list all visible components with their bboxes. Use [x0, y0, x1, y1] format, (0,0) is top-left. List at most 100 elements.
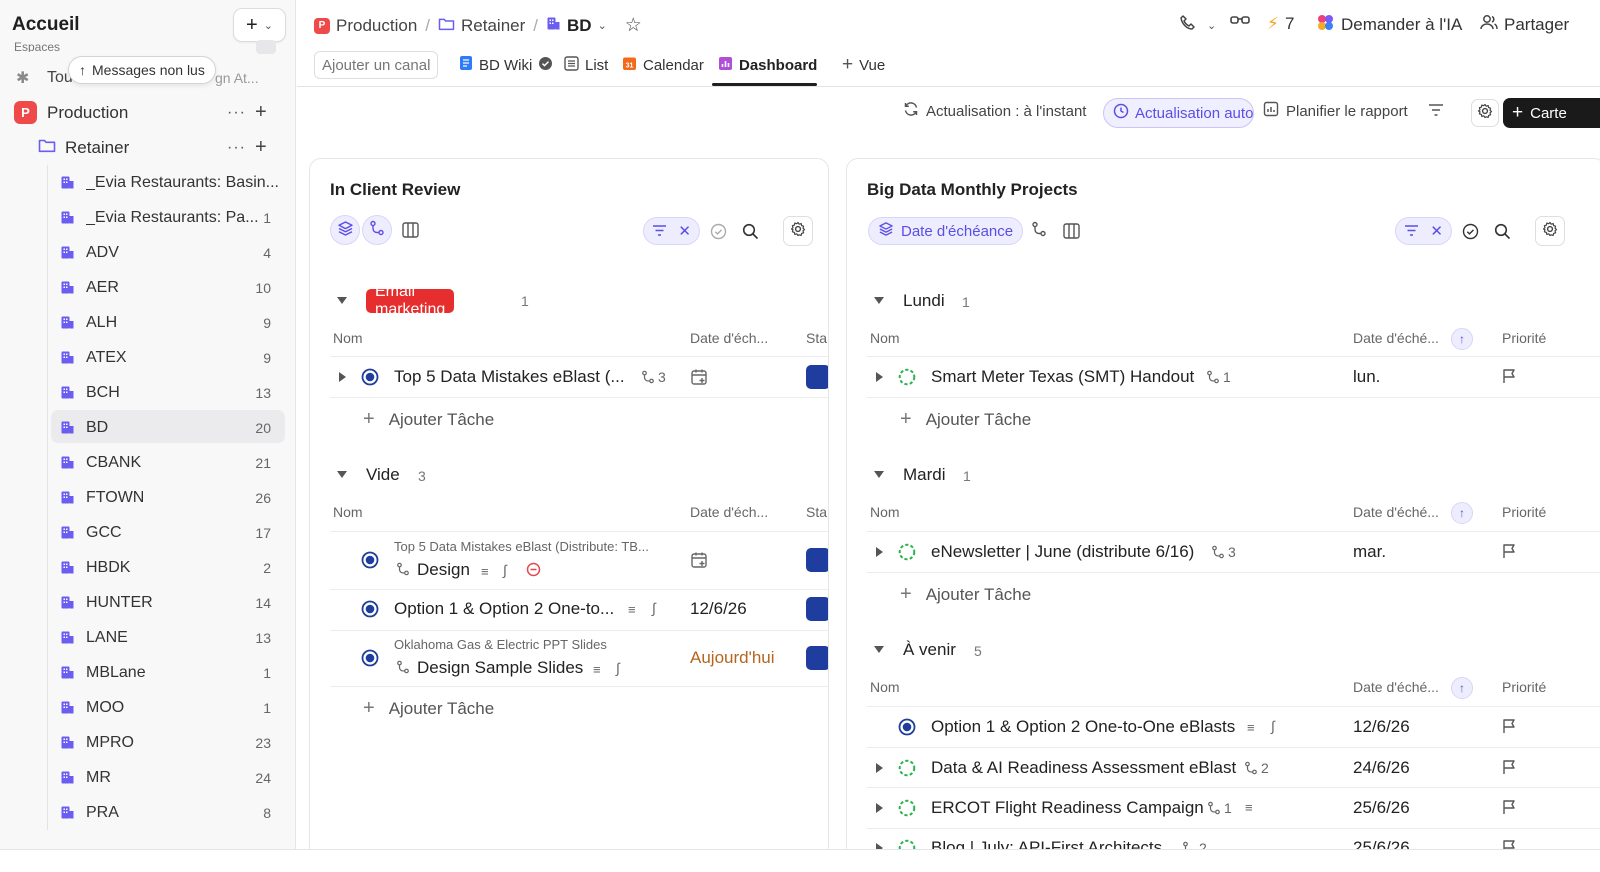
col-header-status[interactable]: Sta [806, 504, 827, 520]
glasses-icon[interactable] [1230, 14, 1250, 28]
add-task-button[interactable]: + Ajouter Tâche [900, 408, 1031, 431]
check-circle-icon[interactable] [1455, 216, 1485, 246]
col-header-priority[interactable]: Priorité [1502, 504, 1546, 520]
sidebar-list-item[interactable]: CBANK 21 [0, 445, 296, 480]
calendar-add-icon[interactable] [690, 551, 708, 573]
subtask-count[interactable]: 3 [1211, 544, 1236, 560]
sidebar-folder-retainer[interactable]: Retainer ··· + [0, 130, 296, 165]
col-header-due[interactable]: Date d'éché... [1353, 330, 1439, 346]
status-icon[interactable] [898, 759, 916, 781]
task-name[interactable]: eNewsletter | June (distribute 6/16) [931, 542, 1194, 562]
due-date[interactable]: mar. [1353, 542, 1386, 562]
collapse-caret-icon[interactable] [337, 471, 347, 478]
more-icon[interactable]: ··· [227, 139, 246, 157]
due-date[interactable]: 12/6/26 [1353, 717, 1410, 737]
due-date[interactable]: 24/6/26 [1353, 758, 1410, 778]
task-name[interactable]: Option 1 & Option 2 One-to-One eBlasts [931, 717, 1235, 737]
status-icon[interactable] [898, 718, 916, 740]
parent-task[interactable]: Top 5 Data Mistakes eBlast (Distribute: … [394, 539, 649, 554]
sidebar-list-item[interactable]: LANE 13 [0, 620, 296, 655]
call-button[interactable]: ⌄ [1179, 14, 1216, 37]
subtasks-toggle[interactable] [1024, 216, 1054, 246]
tab-list[interactable]: List [564, 55, 608, 75]
subtasks-toggle[interactable] [362, 215, 392, 245]
col-header-priority[interactable]: Priorité [1502, 679, 1546, 695]
columns-icon[interactable] [1056, 216, 1086, 246]
task-name[interactable]: Data & AI Readiness Assessment eBlast [931, 758, 1236, 778]
flag-icon[interactable] [1502, 718, 1517, 738]
sidebar-list-item[interactable]: GCC 17 [0, 515, 296, 550]
more-icon[interactable]: ··· [227, 104, 246, 122]
sidebar-list-item[interactable]: MR 24 [0, 760, 296, 795]
sidebar-list-item[interactable]: _Evia Restaurants: Basin... [0, 165, 296, 200]
card-settings-button[interactable] [1535, 216, 1565, 246]
sidebar-list-item[interactable]: BCH 13 [0, 375, 296, 410]
subtask-count[interactable]: 3 [641, 369, 666, 385]
status-icon[interactable] [361, 551, 379, 573]
subtask-count[interactable]: 2 [1244, 760, 1269, 776]
status-chip[interactable] [806, 597, 828, 621]
sidebar-list-item[interactable]: HBDK 2 [0, 550, 296, 585]
sidebar-list-item[interactable]: BD 20 [0, 410, 296, 445]
close-icon[interactable]: ✕ [678, 222, 691, 240]
sort-asc-icon[interactable]: ↑ [1451, 328, 1473, 350]
col-header-due[interactable]: Date d'éché... [1353, 504, 1439, 520]
add-task-button[interactable]: + Ajouter Tâche [363, 408, 494, 431]
share-button[interactable]: Partager [1480, 14, 1569, 36]
search-icon[interactable] [1487, 216, 1517, 246]
schedule-report-button[interactable]: Planifier le rapport [1263, 101, 1408, 121]
collapse-caret-icon[interactable] [874, 646, 884, 653]
refresh-button[interactable]: Actualisation : à l'instant [903, 101, 1086, 121]
search-icon[interactable] [735, 216, 765, 246]
flag-icon[interactable] [1502, 543, 1517, 563]
task-name[interactable]: ERCOT Flight Readiness Campaign [931, 798, 1204, 818]
status-chip[interactable] [806, 548, 828, 572]
breadcrumb-folder[interactable]: Retainer [461, 16, 525, 36]
sidebar-list-item[interactable]: _Evia Restaurants: Pa... 1 [0, 200, 296, 235]
add-icon[interactable]: + [255, 136, 267, 159]
add-task-button[interactable]: + Ajouter Tâche [363, 697, 494, 720]
add-task-button[interactable]: + Ajouter Tâche [900, 583, 1031, 606]
card-settings-button[interactable] [783, 216, 813, 246]
tab-calendar[interactable]: 31 Calendar [622, 55, 704, 75]
sidebar-list-item[interactable]: HUNTER 14 [0, 585, 296, 620]
status-icon[interactable] [898, 368, 916, 390]
col-header-due[interactable]: Date d'éch... [690, 504, 768, 520]
sidebar-list-item[interactable]: FTOWN 26 [0, 480, 296, 515]
chevron-down-icon[interactable]: ⌄ [598, 19, 607, 32]
expand-caret-icon[interactable] [339, 372, 346, 382]
sidebar-space-production[interactable]: P Production ··· + [0, 95, 296, 130]
calendar-add-icon[interactable] [690, 368, 708, 390]
due-date[interactable]: Aujourd'hui [690, 648, 775, 668]
unread-messages-tooltip[interactable]: ↑ Messages non lus [68, 56, 216, 84]
task-name[interactable]: Top 5 Data Mistakes eBlast (... [394, 367, 625, 387]
automations-button[interactable]: ⚡ 7 [1267, 14, 1294, 34]
star-icon[interactable]: ☆ [625, 14, 642, 37]
add-channel-button[interactable]: Ajouter un canal [314, 51, 439, 79]
due-date[interactable]: lun. [1353, 367, 1380, 387]
filter-pill[interactable]: ✕ [1395, 217, 1452, 245]
sort-asc-icon[interactable]: ↑ [1451, 677, 1473, 699]
sidebar-list-item[interactable]: MPRO 23 [0, 725, 296, 760]
sidebar-list-item[interactable]: MBLane 1 [0, 655, 296, 690]
status-chip[interactable] [806, 646, 828, 670]
filter-pill[interactable]: ✕ [643, 217, 700, 245]
flag-icon[interactable] [1502, 368, 1517, 388]
expand-caret-icon[interactable] [876, 803, 883, 813]
sidebar-list-item[interactable]: MOO 1 [0, 690, 296, 725]
col-header-due[interactable]: Date d'éché... [1353, 679, 1439, 695]
expand-caret-icon[interactable] [876, 763, 883, 773]
status-icon[interactable] [361, 368, 379, 390]
sort-asc-icon[interactable]: ↑ [1451, 502, 1473, 524]
status-icon[interactable] [898, 799, 916, 821]
tab-bd-wiki[interactable]: BD Wiki [459, 55, 553, 75]
parent-task[interactable]: Oklahoma Gas & Electric PPT Slides [394, 637, 607, 652]
task-name[interactable]: Smart Meter Texas (SMT) Handout [931, 367, 1194, 387]
sidebar-list-item[interactable]: PRA 8 [0, 795, 296, 830]
tab-dashboard[interactable]: Dashboard [718, 55, 817, 75]
collapse-caret-icon[interactable] [874, 471, 884, 478]
col-header-status[interactable]: Sta [806, 330, 827, 346]
collapse-caret-icon[interactable] [337, 297, 347, 304]
due-date[interactable]: 25/6/26 [1353, 798, 1410, 818]
status-icon[interactable] [898, 543, 916, 565]
